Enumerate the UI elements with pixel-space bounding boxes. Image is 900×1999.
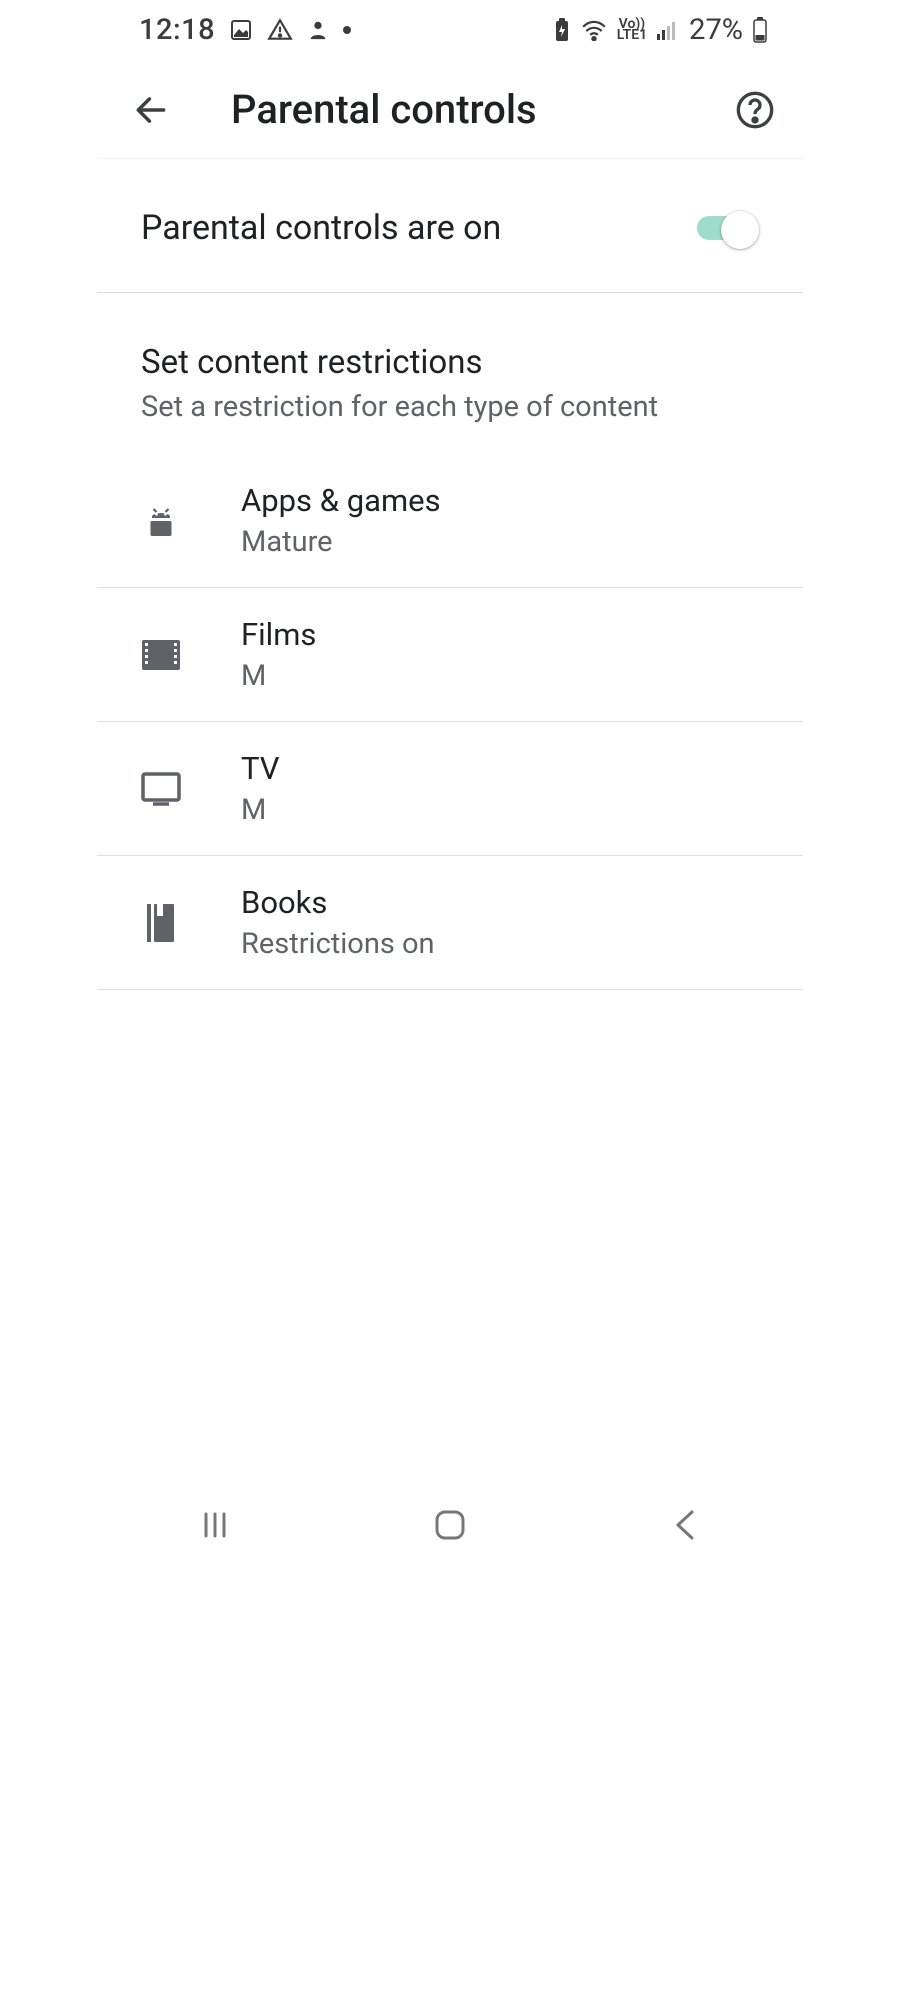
item-subtitle: Restrictions on bbox=[241, 927, 435, 961]
section-header: Set content restrictions Set a restricti… bbox=[97, 293, 803, 454]
item-text: Films M bbox=[241, 616, 316, 693]
status-right: Vo)) LTE1 27% bbox=[553, 13, 767, 47]
content-type-tv[interactable]: TV M bbox=[97, 722, 803, 856]
content-type-books[interactable]: Books Restrictions on bbox=[97, 856, 803, 990]
item-title: TV bbox=[241, 750, 279, 787]
phone-screen: 12:18 Vo)) LTE1 bbox=[97, 0, 803, 1570]
android-icon bbox=[141, 503, 181, 539]
lte-label: LTE1 bbox=[617, 30, 647, 41]
battery-percent: 27% bbox=[689, 13, 743, 47]
item-text: Apps & games Mature bbox=[241, 482, 441, 559]
person-icon bbox=[307, 19, 329, 41]
page-title: Parental controls bbox=[231, 86, 537, 133]
section-subtitle: Set a restriction for each type of conte… bbox=[141, 390, 759, 424]
status-time: 12:18 bbox=[139, 13, 215, 47]
item-subtitle: M bbox=[241, 793, 279, 827]
film-icon bbox=[141, 640, 181, 670]
status-left: 12:18 bbox=[139, 13, 351, 47]
battery-icon bbox=[753, 17, 767, 43]
item-subtitle: M bbox=[241, 659, 316, 693]
battery-saver-icon bbox=[553, 18, 571, 42]
item-title: Films bbox=[241, 616, 316, 653]
section-title: Set content restrictions bbox=[141, 343, 759, 382]
parental-controls-toggle[interactable] bbox=[697, 211, 759, 245]
image-icon bbox=[229, 18, 253, 42]
back-button[interactable] bbox=[127, 86, 175, 134]
dot-icon bbox=[343, 26, 351, 34]
tv-icon bbox=[141, 772, 181, 806]
toggle-label: Parental controls are on bbox=[141, 208, 501, 248]
warning-icon bbox=[267, 17, 293, 43]
recents-button[interactable] bbox=[135, 1495, 295, 1555]
content-type-films[interactable]: Films M bbox=[97, 588, 803, 722]
item-title: Apps & games bbox=[241, 482, 441, 519]
system-nav-bar bbox=[97, 1480, 803, 1570]
signal-icon bbox=[657, 20, 679, 40]
item-subtitle: Mature bbox=[241, 525, 441, 559]
item-text: TV M bbox=[241, 750, 279, 827]
toggle-thumb bbox=[721, 211, 759, 249]
book-icon bbox=[141, 904, 181, 942]
app-header: Parental controls bbox=[97, 60, 803, 160]
home-button[interactable] bbox=[370, 1495, 530, 1555]
status-bar: 12:18 Vo)) LTE1 bbox=[97, 0, 803, 60]
content-type-apps-games[interactable]: Apps & games Mature bbox=[97, 454, 803, 588]
item-title: Books bbox=[241, 884, 435, 921]
parental-controls-toggle-row[interactable]: Parental controls are on bbox=[97, 160, 803, 293]
lte-indicator: Vo)) LTE1 bbox=[617, 19, 647, 41]
help-button[interactable] bbox=[731, 86, 779, 134]
item-text: Books Restrictions on bbox=[241, 884, 435, 961]
back-nav-button[interactable] bbox=[605, 1495, 765, 1555]
wifi-icon bbox=[581, 19, 607, 41]
